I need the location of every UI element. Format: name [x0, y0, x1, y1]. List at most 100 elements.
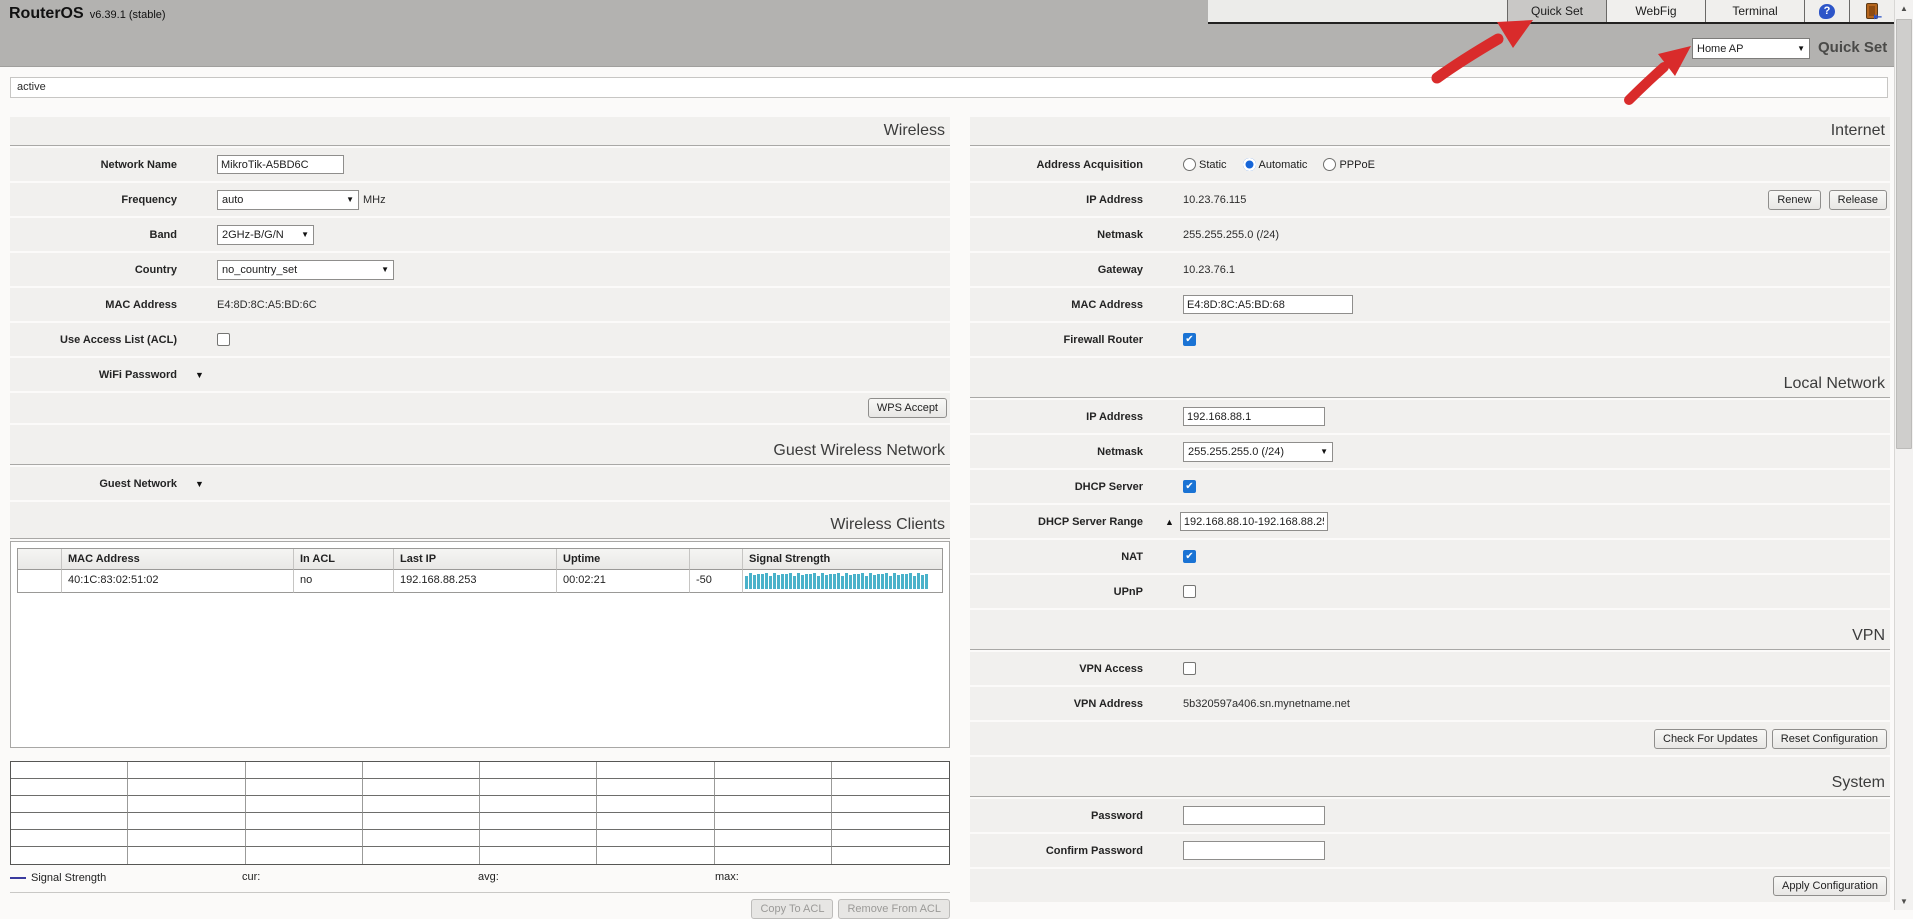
nat-label: NAT [970, 551, 1143, 563]
field-row-wireless-mac: MAC Address E4:8D:8C:A5:BD:6C [10, 288, 950, 321]
wps-accept-button[interactable]: WPS Accept [868, 398, 947, 418]
country-value: no_country_set [222, 264, 297, 276]
radio-static[interactable]: Static [1183, 158, 1227, 171]
guest-network-collapse-icon[interactable]: ▼ [195, 479, 204, 489]
check-for-updates-button[interactable]: Check For Updates [1654, 729, 1767, 749]
tab-quick-set[interactable]: Quick Set [1507, 0, 1606, 22]
vpn-address-label: VPN Address [970, 698, 1143, 710]
country-select[interactable]: no_country_set ▼ [217, 260, 394, 280]
mode-select-value: Home AP [1697, 43, 1743, 55]
remove-from-acl-button[interactable]: Remove From ACL [838, 899, 950, 919]
field-row-guest-network: Guest Network ▼ [10, 467, 950, 500]
tab-webfig[interactable]: WebFig [1606, 0, 1705, 22]
field-row-country: Country no_country_set ▼ [10, 253, 950, 286]
client-table-row[interactable]: 40:1C:83:02:51:02 no 192.168.88.253 00:0… [18, 570, 942, 593]
nat-checkbox[interactable] [1183, 550, 1196, 563]
lan-ip-input[interactable] [1183, 407, 1325, 426]
wireless-mac-value: E4:8D:8C:A5:BD:6C [217, 299, 317, 311]
vpn-access-label: VPN Access [970, 663, 1143, 675]
guest-network-label: Guest Network [10, 478, 177, 490]
section-header-wireless-clients: Wireless Clients [10, 502, 950, 539]
scroll-up-icon[interactable]: ▲ [1895, 0, 1913, 17]
signal-strength-bars [745, 573, 940, 589]
network-name-input[interactable] [217, 155, 344, 174]
vpn-access-checkbox[interactable] [1183, 662, 1196, 675]
section-header-system: System [970, 757, 1890, 797]
cell-signal-bars [743, 570, 942, 593]
firewall-router-checkbox[interactable] [1183, 333, 1196, 346]
brand-name: RouterOS [9, 5, 84, 22]
wifi-password-label: WiFi Password [10, 369, 177, 381]
field-row-vpn-address: VPN Address 5b320597a406.sn.mynetname.ne… [970, 687, 1890, 720]
field-row-gateway: Gateway 10.23.76.1 [970, 253, 1890, 286]
band-select[interactable]: 2GHz-B/G/N ▼ [217, 225, 314, 245]
col-signal-strength: Signal Strength [743, 549, 942, 570]
cell-in-acl: no [294, 570, 394, 593]
tab-terminal[interactable]: Terminal [1705, 0, 1804, 22]
confirm-password-input[interactable] [1183, 841, 1325, 860]
release-button[interactable]: Release [1829, 190, 1887, 210]
apply-configuration-button[interactable]: Apply Configuration [1773, 876, 1887, 896]
cell-uptime: 00:02:21 [557, 570, 690, 593]
wps-row: WPS Accept [10, 393, 950, 423]
chart-legend: Signal Strength cur: avg: max: [10, 869, 950, 887]
field-row-dhcp-range: DHCP Server Range ▲ [970, 505, 1890, 538]
section-header-guest-wireless: Guest Wireless Network [10, 425, 950, 465]
renew-button[interactable]: Renew [1768, 190, 1820, 210]
logout-button[interactable] [1849, 0, 1894, 22]
top-nav: Quick Set WebFig Terminal ? [1208, 0, 1894, 24]
version-label: v6.39.1 (stable) [90, 9, 166, 21]
radio-automatic[interactable]: Automatic [1243, 158, 1308, 171]
lan-netmask-select[interactable]: 255.255.255.0 (/24) ▼ [1183, 442, 1333, 462]
col-uptime: Uptime [557, 549, 690, 570]
dhcp-range-collapse-icon[interactable]: ▲ [1165, 517, 1174, 527]
radio-pppoe-circle[interactable] [1323, 158, 1336, 171]
chevron-down-icon: ▼ [289, 230, 309, 239]
field-row-dhcp-server: DHCP Server [970, 470, 1890, 503]
chevron-down-icon: ▼ [334, 195, 354, 204]
radio-automatic-label: Automatic [1259, 159, 1308, 171]
radio-automatic-circle[interactable] [1243, 158, 1256, 171]
copy-to-acl-button[interactable]: Copy To ACL [751, 899, 833, 919]
col-in-acl: In ACL [294, 549, 394, 570]
col-signal-value [690, 549, 743, 570]
section-header-vpn: VPN [970, 610, 1890, 650]
field-row-lan-netmask: Netmask 255.255.255.0 (/24) ▼ [970, 435, 1890, 468]
lan-netmask-value: 255.255.255.0 (/24) [1188, 446, 1284, 458]
use-acl-checkbox[interactable] [217, 333, 230, 346]
section-header-local-network: Local Network [970, 358, 1890, 398]
upnp-checkbox[interactable] [1183, 585, 1196, 598]
vpn-address-value: 5b320597a406.sn.mynetname.net [1183, 698, 1350, 710]
password-input[interactable] [1183, 806, 1325, 825]
col-mac: MAC Address [62, 549, 294, 570]
field-row-lan-ip: IP Address [970, 400, 1890, 433]
scroll-down-icon[interactable]: ▼ [1895, 893, 1913, 910]
wireless-column: Wireless Network Name Frequency auto ▼ M… [10, 117, 950, 919]
dhcp-range-label: DHCP Server Range [970, 516, 1143, 528]
door-icon [1866, 3, 1878, 19]
wan-mac-input[interactable] [1183, 295, 1353, 314]
frequency-select[interactable]: auto ▼ [217, 190, 359, 210]
dhcp-server-checkbox[interactable] [1183, 480, 1196, 493]
help-button[interactable]: ? [1804, 0, 1849, 22]
quickset-mode-select[interactable]: Home AP ▼ [1692, 38, 1810, 59]
wifi-password-collapse-icon[interactable]: ▼ [195, 370, 204, 380]
wan-netmask-label: Netmask [970, 229, 1143, 241]
field-row-wan-mac: MAC Address [970, 288, 1890, 321]
upnp-label: UPnP [970, 586, 1143, 598]
scrollbar-thumb[interactable] [1896, 19, 1912, 449]
section-header-internet: Internet [970, 117, 1890, 146]
radio-static-circle[interactable] [1183, 158, 1196, 171]
gateway-value: 10.23.76.1 [1183, 264, 1235, 276]
vertical-scrollbar[interactable]: ▲ ▼ [1894, 0, 1913, 910]
legend-cur-label: cur: [242, 871, 260, 883]
dhcp-range-input[interactable] [1180, 512, 1328, 531]
clients-table-header: MAC Address In ACL Last IP Uptime Signal… [18, 549, 942, 570]
field-row-vpn-access: VPN Access [970, 652, 1890, 685]
field-row-firewall-router: Firewall Router [970, 323, 1890, 356]
use-acl-label: Use Access List (ACL) [10, 334, 177, 346]
field-row-nat: NAT [970, 540, 1890, 573]
radio-pppoe[interactable]: PPPoE [1323, 158, 1374, 171]
internet-column: Internet Address Acquisition Static Auto… [970, 117, 1890, 904]
reset-configuration-button[interactable]: Reset Configuration [1772, 729, 1887, 749]
